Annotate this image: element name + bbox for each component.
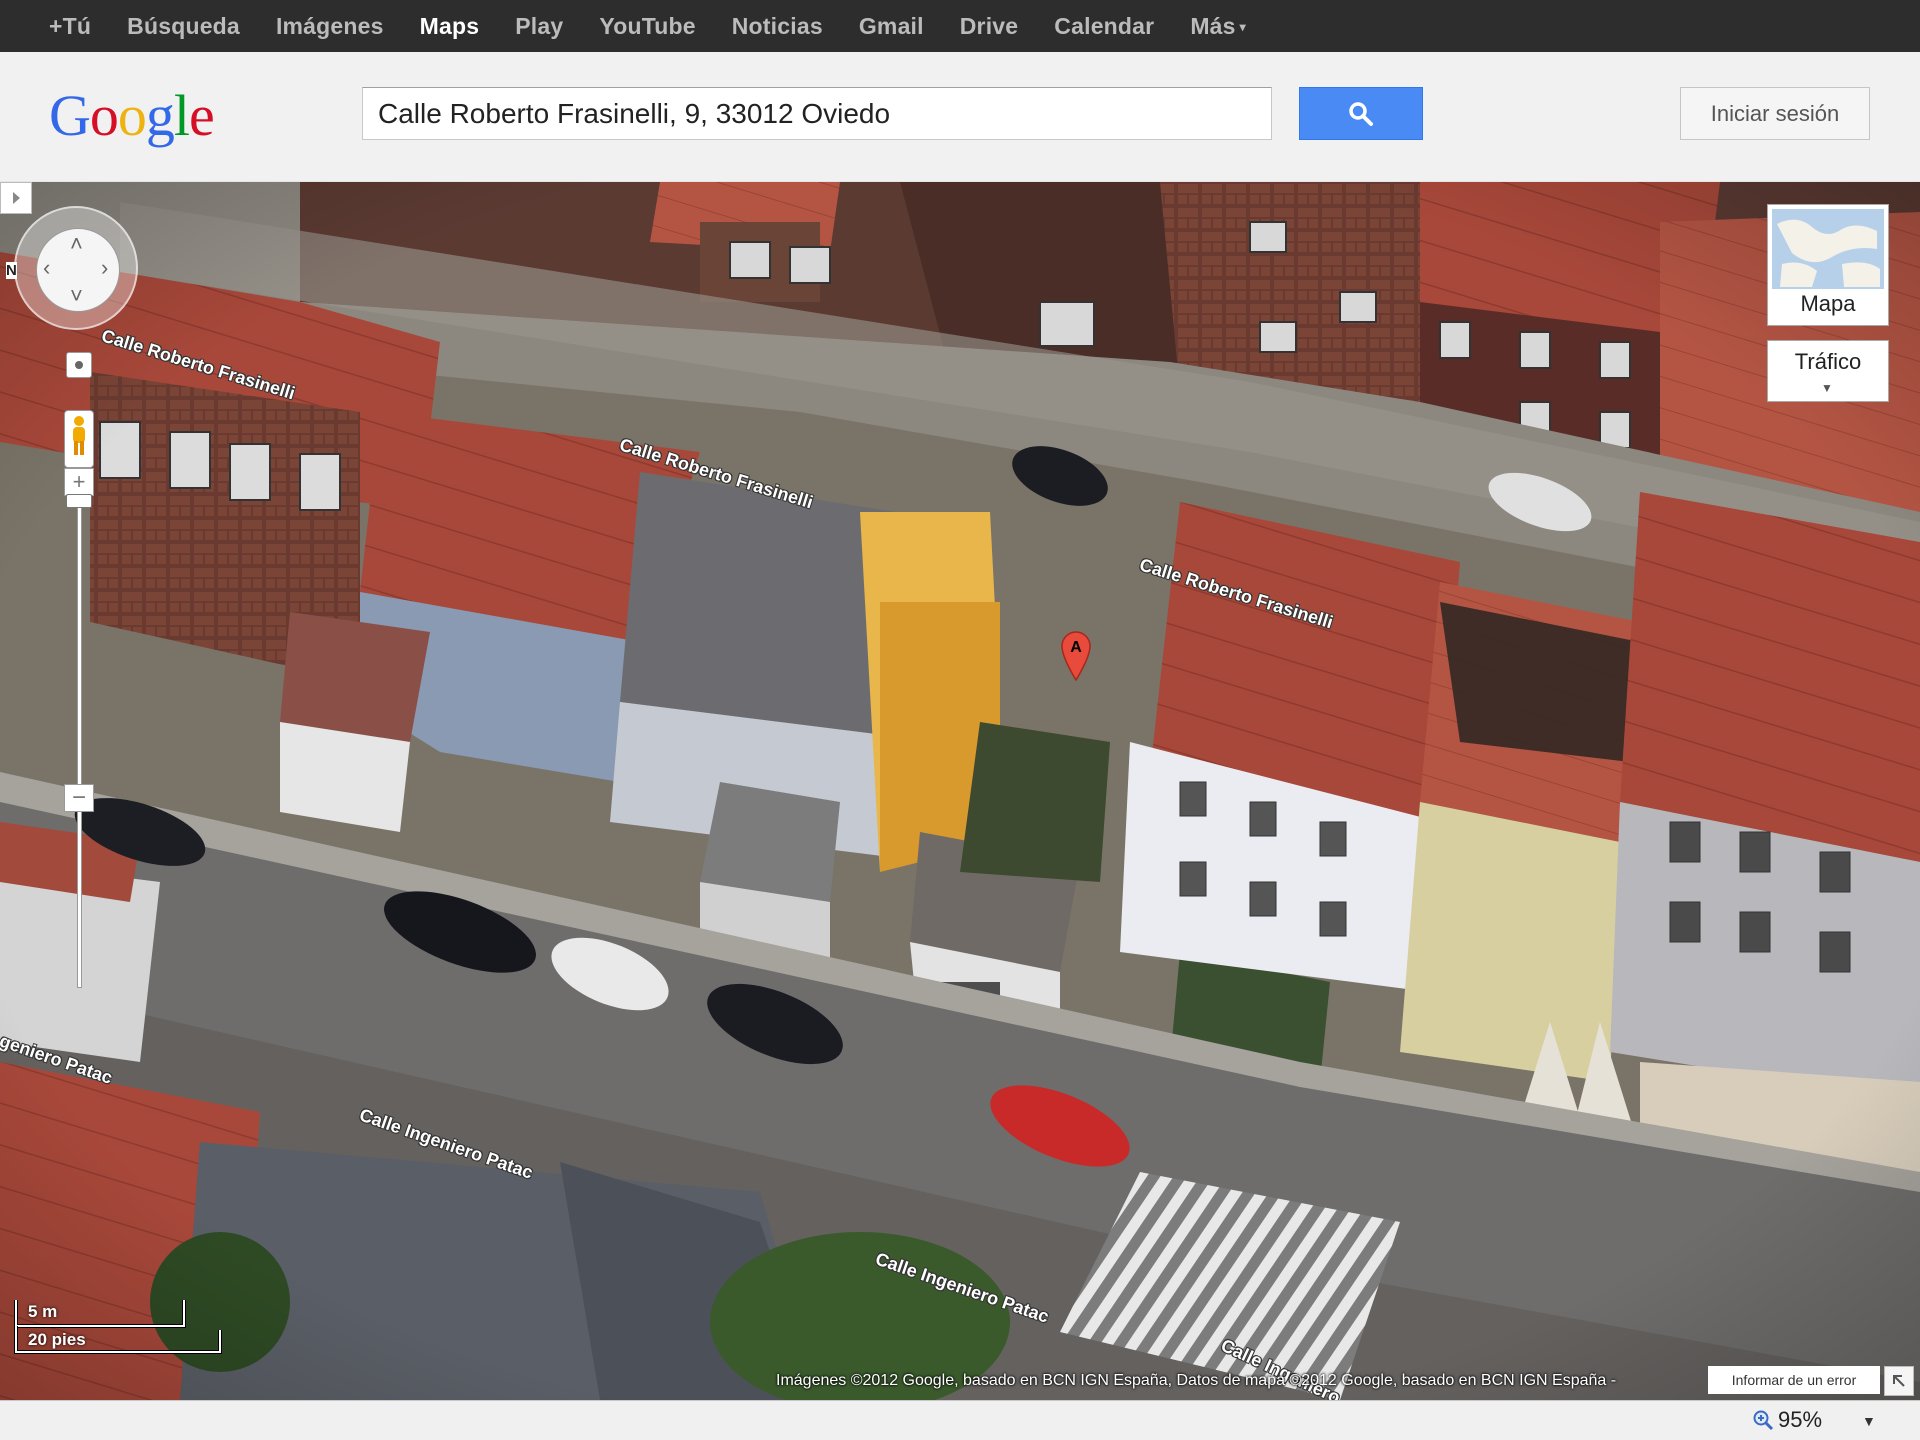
zoom-out-button[interactable]: − [64, 784, 94, 812]
search-button[interactable] [1299, 87, 1423, 140]
map-attribution: Imágenes ©2012 Google, basado en BCN IGN… [776, 1372, 1617, 1389]
nav-plus-you[interactable]: +Tú [49, 13, 91, 40]
world-map-icon [1772, 209, 1884, 289]
nav-search[interactable]: Búsqueda [127, 13, 240, 40]
nav-maps[interactable]: Maps [420, 13, 480, 40]
pan-up-icon[interactable]: ˄ [70, 233, 83, 255]
nav-gmail[interactable]: Gmail [859, 13, 924, 40]
scale-imperial-label: 20 pies [28, 1330, 86, 1349]
caret-down-icon: ▾ [1239, 20, 1246, 35]
nav-youtube[interactable]: YouTube [599, 13, 695, 40]
map-thumbnail [1772, 209, 1884, 289]
map-type-button[interactable]: Mapa [1767, 204, 1889, 326]
panel-toggle-button[interactable] [0, 182, 32, 214]
search-input[interactable] [362, 87, 1272, 140]
zoom-slider-track[interactable] [77, 496, 82, 988]
map-canvas[interactable]: Calle Roberto Frasinelli Calle Roberto F… [0, 182, 1920, 1400]
map-type-label: Mapa [1800, 291, 1856, 316]
browser-zoom-control[interactable]: 95% [1752, 1407, 1822, 1433]
marker-label: A [1070, 639, 1082, 656]
logo-letter: o [117, 83, 147, 148]
nav-more-label: Más [1190, 12, 1236, 39]
browser-zoom-level: 95% [1778, 1407, 1823, 1432]
pan-down-icon[interactable]: ˅ [70, 285, 83, 307]
scale-metric-label: 5 m [28, 1302, 58, 1321]
zoom-magnifier-icon [1753, 1410, 1774, 1431]
nav-calendar[interactable]: Calendar [1054, 13, 1154, 40]
zoom-in-button[interactable]: + [64, 468, 94, 496]
pan-right-icon[interactable]: › [101, 257, 108, 279]
pan-control[interactable]: ˄ ˅ ‹ › [14, 206, 138, 330]
pegman-street-view[interactable] [64, 410, 94, 468]
collapse-overview-button[interactable] [1884, 1366, 1914, 1396]
google-logo[interactable]: Google [49, 82, 215, 149]
logo-letter: g [145, 83, 175, 148]
nav-play[interactable]: Play [515, 13, 563, 40]
arrow-up-left-icon [1893, 1375, 1905, 1387]
logo-letter: G [49, 83, 91, 148]
report-error-link[interactable]: Informar de un error [1708, 1366, 1880, 1394]
browser-status-bar: 95% ▼ [0, 1400, 1920, 1440]
caret-down-icon: ▼ [1821, 381, 1833, 395]
header: Google Iniciar sesión [0, 52, 1920, 182]
nav-drive[interactable]: Drive [960, 13, 1019, 40]
search-icon [1349, 101, 1373, 126]
traffic-layer-button[interactable]: Tráfico ▼ [1767, 340, 1889, 402]
north-indicator[interactable]: N [6, 262, 17, 279]
logo-letter: o [89, 83, 119, 148]
chevron-down-icon[interactable]: ▼ [1862, 1413, 1876, 1429]
logo-letter: e [189, 83, 215, 148]
rotate-view-button[interactable] [66, 352, 92, 378]
zoom-slider-handle[interactable] [66, 494, 92, 508]
pan-control-inner[interactable]: ˄ ˅ ‹ › [36, 228, 120, 312]
nav-more[interactable]: Más ▾ [1190, 13, 1246, 40]
chevron-right-icon [13, 192, 20, 204]
pan-left-icon[interactable]: ‹ [43, 257, 50, 279]
nav-news[interactable]: Noticias [732, 13, 823, 40]
satellite-imagery [0, 182, 1920, 1400]
google-top-bar: +Tú Búsqueda Imágenes Maps Play YouTube … [0, 0, 1920, 52]
map-scale: 5 m 20 pies [14, 1296, 224, 1356]
traffic-label: Tráfico [1794, 349, 1862, 374]
signin-button[interactable]: Iniciar sesión [1680, 87, 1870, 140]
location-marker-a[interactable]: A [1060, 630, 1092, 682]
pegman-icon [73, 416, 85, 455]
logo-letter: l [173, 83, 190, 148]
nav-images[interactable]: Imágenes [276, 13, 384, 40]
circle-icon [75, 361, 83, 369]
